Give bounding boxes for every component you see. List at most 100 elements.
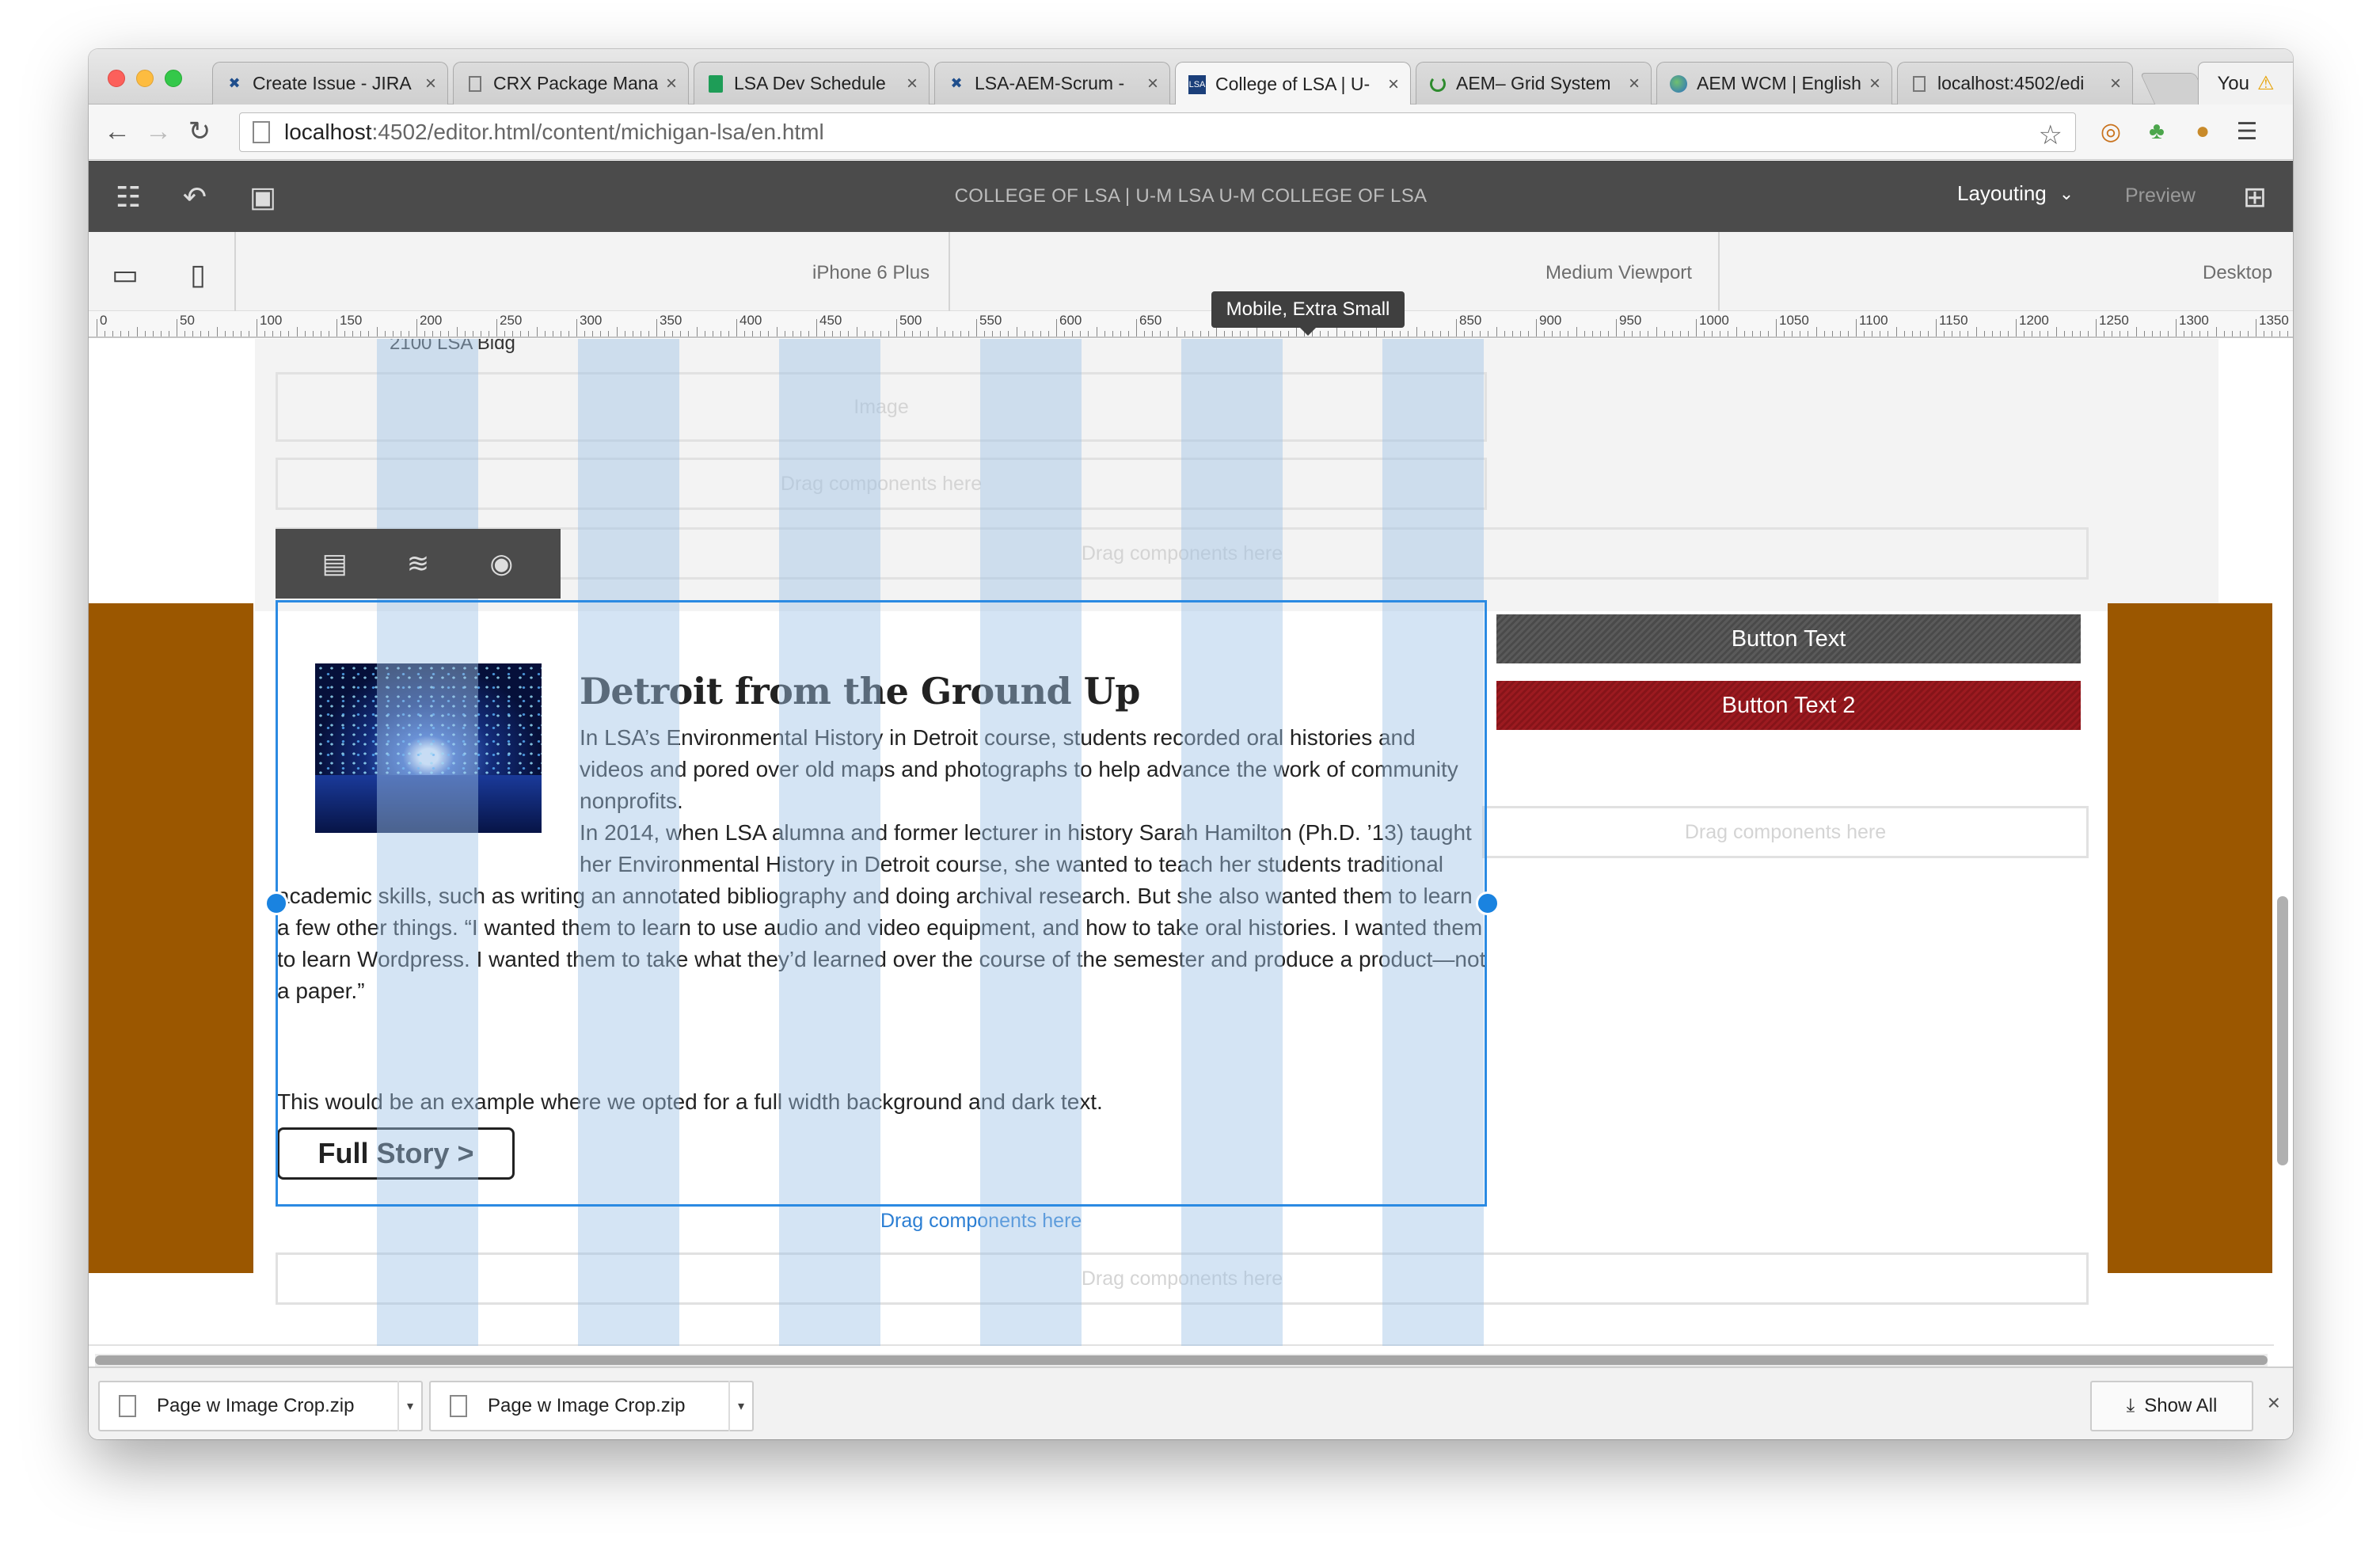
ruler-tick <box>1656 327 1657 336</box>
menu-icon[interactable]: ☰ <box>2231 116 2263 147</box>
ruler-tick <box>616 327 618 336</box>
bookmark-star-icon[interactable]: ☆ <box>2039 120 2063 151</box>
ruler-tick <box>896 319 897 336</box>
drop-zone[interactable]: Drag components here <box>276 458 1487 510</box>
url-path: :4502/editor.html/content/michigan-lsa/e… <box>371 120 824 144</box>
chevron-down-icon[interactable]: ▾ <box>728 1381 752 1431</box>
ruler-tick <box>2127 331 2129 336</box>
file-icon <box>119 1395 136 1417</box>
tab-close-icon[interactable]: × <box>1869 73 1880 95</box>
ruler-tick <box>1552 331 1553 336</box>
hide-component-icon[interactable]: ◉ <box>482 545 520 583</box>
breakpoint-medium-viewport[interactable]: Medium Viewport <box>1545 262 1692 284</box>
ruler-tick <box>672 331 674 336</box>
download-item[interactable]: Page w Image Crop.zip ▾ <box>429 1381 754 1431</box>
tab-create-issue[interactable]: ✖ Create Issue - JIRA × <box>212 62 448 105</box>
breakpoint-desktop[interactable]: Desktop <box>2203 262 2272 284</box>
ruler-tick <box>136 327 138 336</box>
forward-arrow-icon[interactable]: → <box>141 114 176 149</box>
ruler-label: 1300 <box>2179 313 2209 328</box>
drop-zone[interactable]: Drag components here <box>276 1252 2089 1305</box>
ruler-tick <box>2007 331 2009 336</box>
breakpoint-tooltip: Mobile, Extra Small <box>1211 291 1405 336</box>
ruler-tick <box>1144 331 1146 336</box>
ruler-label: 1000 <box>1699 313 1729 328</box>
sliders-icon[interactable]: ☷ <box>109 178 147 216</box>
drop-zone[interactable]: Drag components here <box>89 1344 2274 1346</box>
tab-crx-package[interactable]: CRX Package Manager × <box>453 62 689 105</box>
maximize-window-button[interactable] <box>165 70 182 87</box>
ruler-tick <box>2047 331 2049 336</box>
extension-ring-icon[interactable]: ◎ <box>2095 116 2127 147</box>
vertical-scrollbar[interactable] <box>2277 896 2288 1165</box>
ruler-tick <box>2247 331 2249 336</box>
ruler-tick <box>200 331 202 336</box>
tab-close-icon[interactable]: × <box>1629 73 1640 95</box>
undo-icon[interactable]: ↶ <box>176 178 214 216</box>
ruler[interactable]: 0501001502002503003504004505005506006507… <box>89 311 2293 338</box>
profile-button[interactable]: You ⚠ <box>2198 62 2293 105</box>
ruler-tick <box>2176 319 2177 336</box>
tab-aem-wcm-english[interactable]: AEM WCM | English × <box>1656 62 1892 105</box>
float-layers-icon[interactable]: ≋ <box>399 545 437 583</box>
tab-lsa-aem-scrum[interactable]: ✖ LSA-AEM-Scrum - × <box>934 62 1170 105</box>
tab-close-icon[interactable]: × <box>425 73 436 95</box>
tab-close-icon[interactable]: × <box>2110 73 2121 95</box>
tab-close-icon[interactable]: × <box>1147 73 1158 95</box>
horizontal-scrollbar[interactable] <box>95 1354 2268 1366</box>
ruler-tick <box>736 319 737 336</box>
cookie-icon[interactable]: ● <box>2187 116 2218 147</box>
ruler-label: 1200 <box>2019 313 2049 328</box>
show-all-button[interactable]: ⤓ Show All <box>2090 1381 2253 1431</box>
ruler-tick <box>1447 331 1449 336</box>
tab-close-icon[interactable]: × <box>1388 74 1399 96</box>
annotate-icon[interactable]: ⊞ <box>2236 178 2274 216</box>
ruler-tick <box>1064 331 1066 336</box>
ruler-tick <box>1040 331 1041 336</box>
emulator-icon[interactable]: ▣ <box>244 178 282 216</box>
tab-label: LSA-AEM-Scrum - <box>975 73 1125 93</box>
ruler-tick <box>208 331 210 336</box>
url-host: localhost <box>284 120 372 144</box>
tab-lsa-dev-schedule[interactable]: LSA Dev Schedule × <box>694 62 930 105</box>
active-drop-zone-label[interactable]: Drag components here <box>880 1210 1082 1233</box>
parent-icon[interactable]: ▤ <box>316 545 354 583</box>
download-item[interactable]: Page w Image Crop.zip ▾ <box>98 1381 423 1431</box>
warning-icon: ⚠ <box>2256 73 2275 94</box>
button-text-2[interactable]: Button Text 2 <box>1496 681 2081 730</box>
ruler-tick <box>2239 331 2241 336</box>
close-window-button[interactable] <box>108 70 125 87</box>
horizontal-scrollbar-thumb[interactable] <box>95 1355 2268 1365</box>
ruler-tick <box>1663 331 1665 336</box>
back-arrow-icon[interactable]: ← <box>100 114 135 149</box>
rotate-device-icon[interactable]: ▯ <box>179 256 217 294</box>
tab-close-icon[interactable]: × <box>907 73 918 95</box>
drop-zone[interactable]: Drag components here <box>1482 806 2089 858</box>
resize-handle-left[interactable] <box>264 891 288 915</box>
tab-aem-grid-system[interactable]: AEM– Grid System × <box>1416 62 1652 105</box>
extension-people-icon[interactable]: ♣ <box>2141 116 2173 147</box>
page-canvas[interactable]: 2100 LSA Bldg Image Drag components here… <box>89 339 2293 1346</box>
minimize-window-button[interactable] <box>136 70 154 87</box>
ruler-tick <box>688 331 690 336</box>
tab-localhost-editor[interactable]: localhost:4502/edi × <box>1897 62 2133 105</box>
desktop-icon[interactable]: ▭ <box>106 256 144 294</box>
image-component[interactable]: Image <box>276 372 1487 442</box>
sheets-icon <box>705 74 726 94</box>
ruler-tick <box>1511 331 1513 336</box>
chevron-down-icon[interactable]: ▾ <box>397 1381 421 1431</box>
tab-college-of-lsa[interactable]: LSA College of LSA | U- × <box>1175 62 1411 106</box>
close-icon[interactable]: × <box>2268 1390 2280 1416</box>
ruler-tick <box>592 331 594 336</box>
preview-button[interactable]: Preview <box>2125 184 2196 207</box>
tab-close-icon[interactable]: × <box>666 73 677 95</box>
reload-icon[interactable]: ↻ <box>182 114 217 149</box>
ruler-tick <box>840 331 842 336</box>
mode-selector[interactable]: Layouting ⌄ <box>1957 181 2074 206</box>
ruler-tick <box>336 319 337 336</box>
button-text[interactable]: Button Text <box>1496 614 2081 663</box>
selected-component[interactable] <box>276 600 1487 1207</box>
url-field[interactable]: localhost:4502/editor.html/content/michi… <box>239 112 2076 152</box>
breakpoint-iphone-6-plus[interactable]: iPhone 6 Plus <box>812 262 930 284</box>
resize-handle-right[interactable] <box>1476 891 1500 915</box>
